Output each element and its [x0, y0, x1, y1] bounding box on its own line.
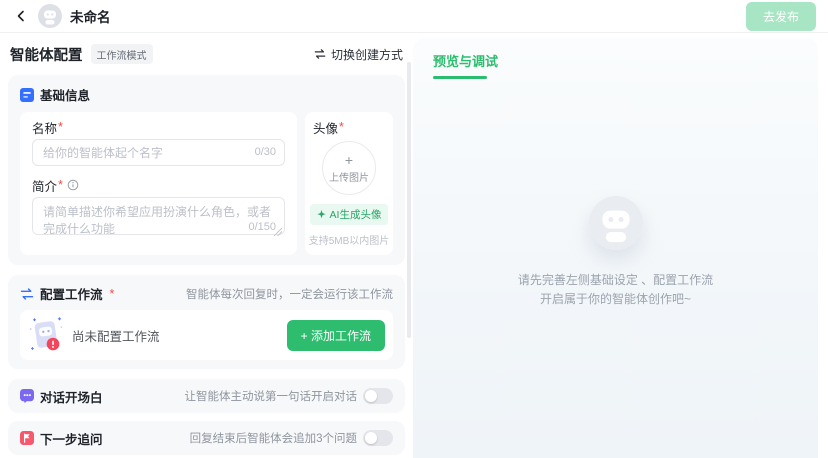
avatar-label: 头像*	[313, 119, 344, 135]
robot-placeholder-icon	[589, 196, 643, 250]
workflow-mode-tag: 工作流模式	[91, 44, 153, 64]
workflow-card: 配置工作流 * 智能体每次回复时，一定会运行该工作流	[8, 275, 405, 369]
config-header: 智能体配置 工作流模式 切换创建方式	[8, 42, 405, 66]
opening-remarks-title: 对话开场白	[40, 387, 103, 406]
info-icon[interactable]	[67, 179, 79, 191]
panel-title: 智能体配置	[10, 44, 83, 65]
workflow-empty-row: 尚未配置工作流 + 添加工作流	[20, 310, 393, 360]
intro-label: 简介*	[32, 177, 285, 193]
opening-remarks-toggle[interactable]	[363, 388, 393, 404]
page-title: 未命名	[70, 6, 111, 26]
opening-remarks-hint: 让智能体主动说第一句话开启对话	[185, 388, 358, 404]
basic-info-title: 基础信息	[40, 85, 90, 104]
workflow-empty-illustration	[26, 315, 66, 355]
agent-config-panel: 智能体配置 工作流模式 切换创建方式 基础信息 名称* 0/	[8, 33, 405, 458]
top-bar: 未命名 去发布	[0, 0, 828, 33]
intro-counter: 0/150	[248, 221, 276, 233]
workflow-hint: 智能体每次回复时，一定会运行该工作流	[186, 286, 393, 302]
empty-state-line2: 开启属于你的智能体创作吧~	[413, 290, 818, 309]
name-label: 名称*	[32, 119, 285, 135]
sparkle-icon	[317, 210, 326, 219]
tab-preview-debug[interactable]: 预览与调试	[413, 38, 518, 79]
workflow-icon	[20, 287, 34, 301]
basic-info-card: 基础信息 名称* 0/30 简介*	[8, 75, 405, 265]
basic-info-header: 基础信息	[20, 85, 393, 104]
followup-questions-card: 下一步追问 回复结束后智能体会追加3个问题	[8, 421, 405, 455]
workflow-empty-label: 尚未配置工作流	[72, 326, 160, 345]
chevron-left-icon	[14, 9, 28, 23]
tab-preview-debug-label: 预览与调试	[433, 51, 498, 70]
followup-questions-hint: 回复结束后智能体会追加3个问题	[190, 430, 357, 446]
upload-label: 上传图片	[329, 169, 369, 184]
form-icon	[20, 88, 34, 102]
app-window: 未命名 去发布 智能体配置 工作流模式 切换创建方式 基础信息 名称*	[0, 0, 828, 458]
flag-icon	[20, 431, 34, 445]
tab-active-underline	[433, 76, 487, 79]
name-input[interactable]	[32, 139, 285, 166]
required-mark: *	[339, 120, 344, 134]
publish-button[interactable]: 去发布	[746, 2, 816, 31]
add-workflow-button[interactable]: + 添加工作流	[287, 320, 385, 351]
followup-questions-toggle[interactable]	[363, 430, 393, 446]
name-intro-card: 名称* 0/30 简介* 0/150	[20, 112, 297, 255]
upload-avatar-button[interactable]: + 上传图片	[322, 141, 376, 195]
resize-grip-icon[interactable]	[274, 228, 282, 236]
preview-panel: 预览与调试 请先完善左侧基础设定 、配置工作流 开启属于你的智能体创作吧~	[413, 38, 818, 458]
avatar-card: 头像* + 上传图片 AI生成头像 支持5MB以内图片	[305, 112, 393, 255]
workflow-title: 配置工作流	[40, 284, 103, 303]
required-mark: *	[110, 287, 115, 301]
agent-avatar-robot-icon	[38, 4, 62, 28]
swap-icon	[314, 48, 326, 60]
back-button[interactable]	[12, 7, 30, 25]
name-counter: 0/30	[255, 146, 276, 158]
ai-generate-avatar-button[interactable]: AI生成头像	[310, 204, 389, 225]
intro-textarea[interactable]	[32, 197, 285, 235]
empty-state-line1: 请先完善左侧基础设定 、配置工作流	[413, 271, 818, 290]
left-panel-scrollbar[interactable]	[407, 62, 411, 338]
switch-create-mode-button[interactable]: 切换创建方式	[314, 46, 403, 63]
avatar-hint: 支持5MB以内图片	[309, 232, 390, 247]
chat-bubble-icon	[20, 389, 34, 403]
switch-create-mode-label: 切换创建方式	[331, 46, 403, 63]
plus-icon: +	[345, 153, 353, 167]
preview-empty-state: 请先完善左侧基础设定 、配置工作流 开启属于你的智能体创作吧~	[413, 196, 818, 309]
workflow-header: 配置工作流 * 智能体每次回复时，一定会运行该工作流	[20, 284, 393, 303]
opening-remarks-card: 对话开场白 让智能体主动说第一句话开启对话	[8, 379, 405, 413]
followup-questions-title: 下一步追问	[40, 429, 103, 448]
required-mark: *	[58, 120, 63, 134]
required-mark: *	[58, 178, 63, 192]
